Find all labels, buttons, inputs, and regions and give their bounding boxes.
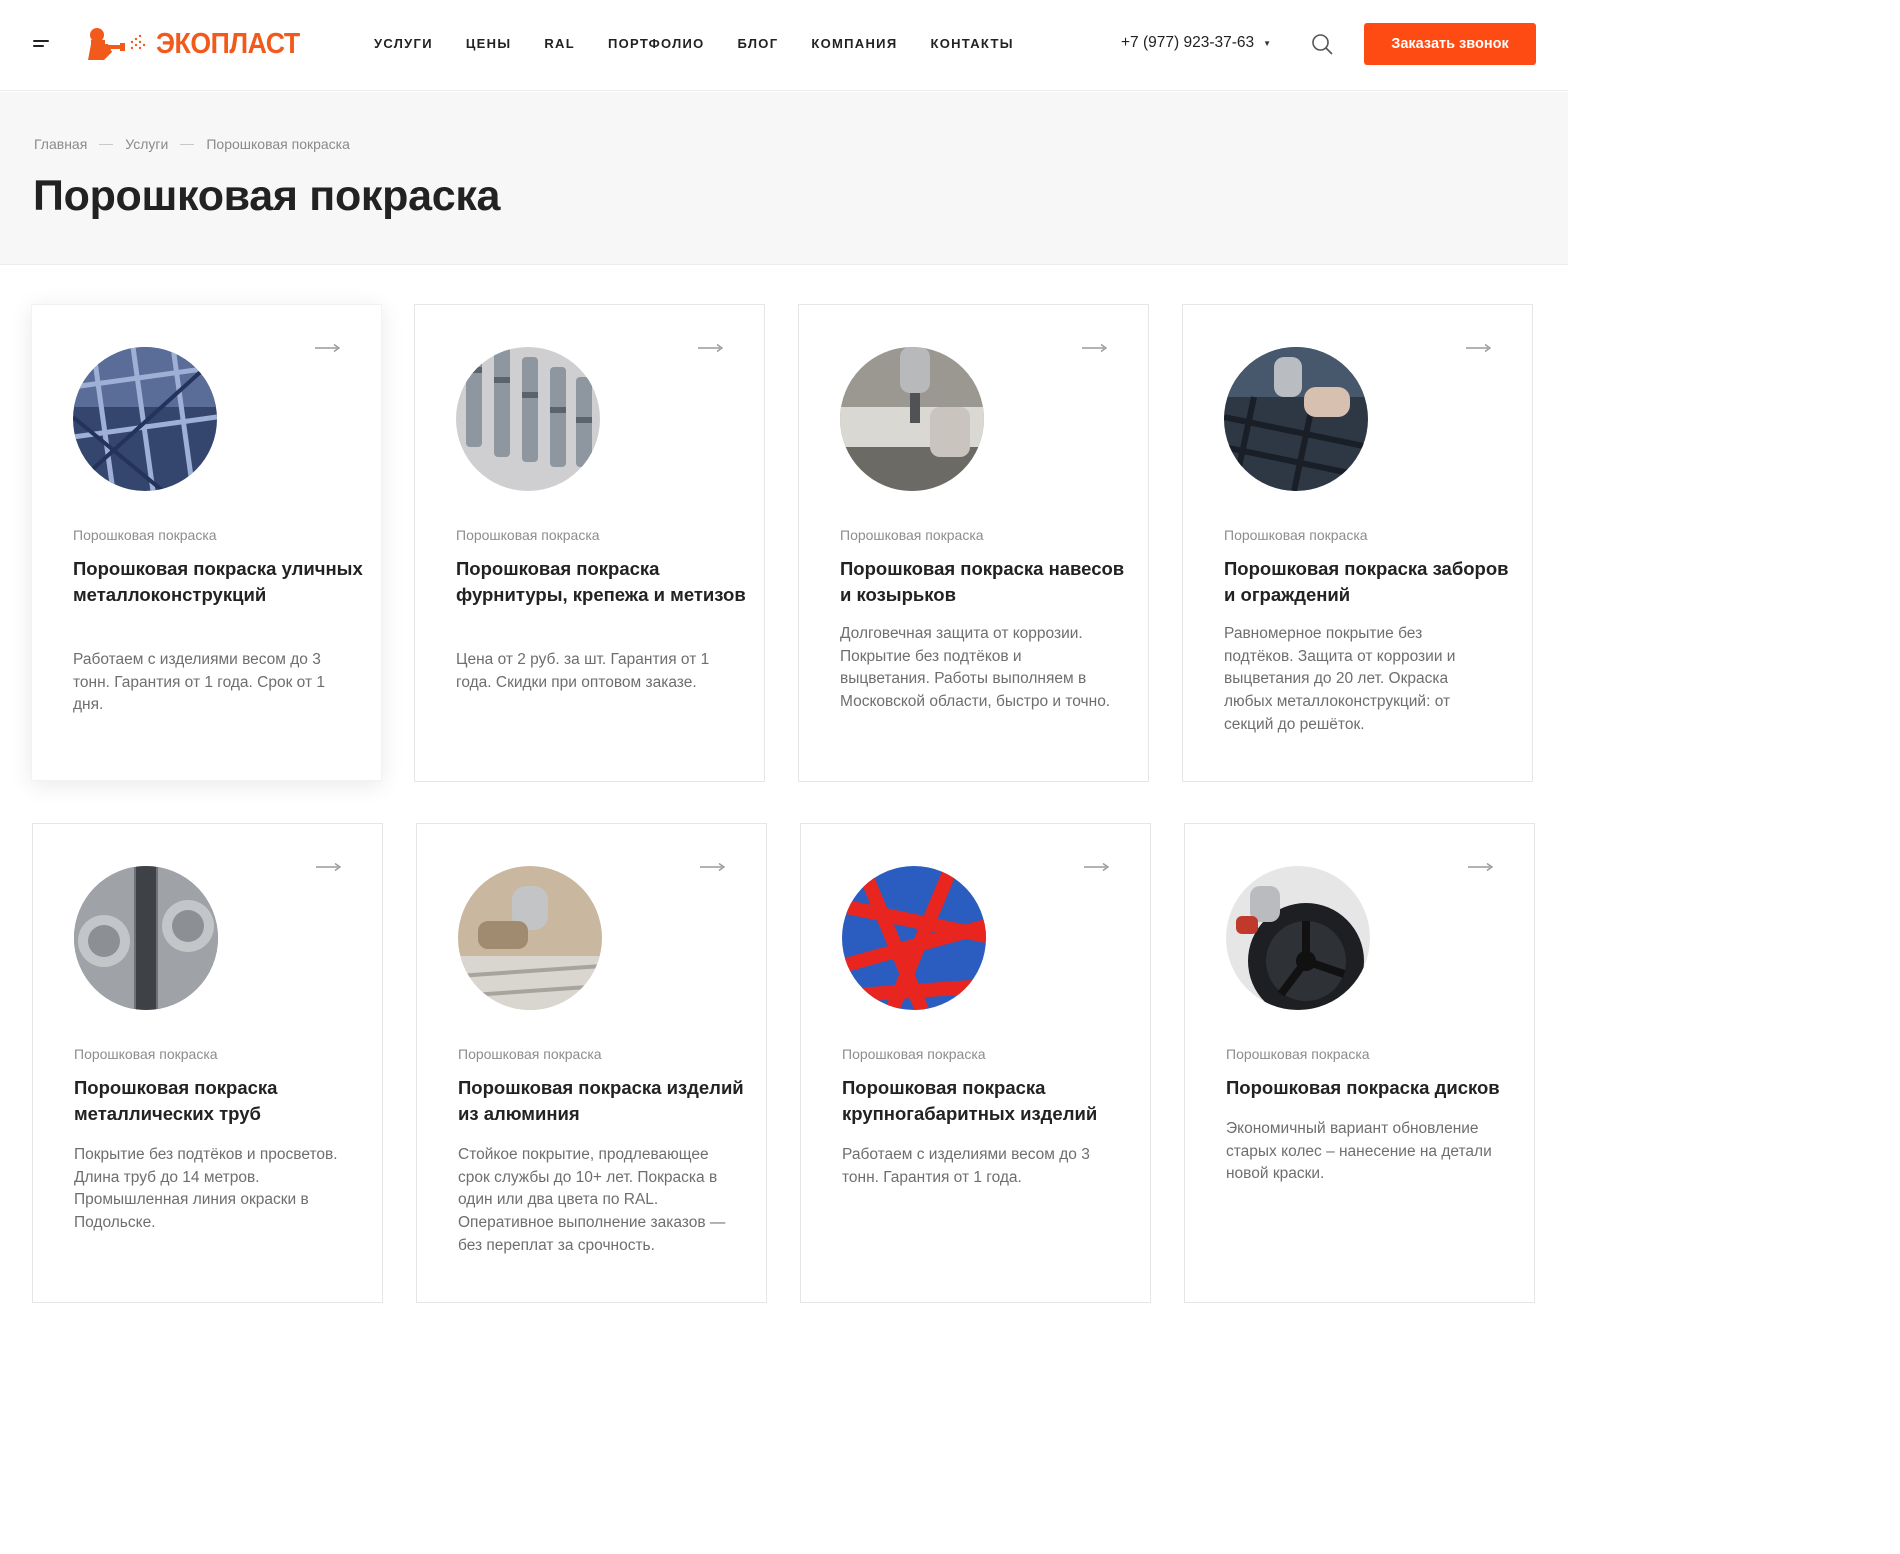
card-image xyxy=(840,347,984,491)
card-title[interactable]: Порошковая покраска крупногабаритных изд… xyxy=(842,1075,1132,1127)
card-title[interactable]: Порошковая покраска дисков xyxy=(1226,1075,1516,1101)
card-category: Порошковая покраска xyxy=(74,1046,218,1062)
card-description: Работаем с изделиями весом до 3 тонн. Га… xyxy=(842,1146,1090,1186)
logo-sprayer-icon xyxy=(88,28,146,60)
nav-item-company[interactable]: КОМПАНИЯ xyxy=(811,36,897,51)
card-image xyxy=(458,866,602,1010)
card-category: Порошковая покраска xyxy=(840,527,984,543)
card-category: Порошковая покраска xyxy=(73,527,217,543)
card-category: Порошковая покраска xyxy=(842,1046,986,1062)
card-image xyxy=(456,347,600,491)
card-title[interactable]: Порошковая покраска металлических труб xyxy=(74,1075,364,1127)
breadcrumb: Главная Услуги Порошковая покраска xyxy=(34,136,350,152)
card-description: Долговечная защита от коррозии. Покрытие… xyxy=(840,625,1111,711)
breadcrumb-current: Порошковая покраска xyxy=(206,136,350,152)
arrow-right-icon xyxy=(1082,343,1108,353)
nav-item-portfolio[interactable]: ПОРТФОЛИО xyxy=(608,36,705,51)
card-title[interactable]: Порошковая покраска уличных металлоконст… xyxy=(73,556,363,608)
service-card[interactable]: Порошковая покраска Порошковая покраска … xyxy=(416,823,767,1303)
logo[interactable]: ЭКОПЛАСТ xyxy=(82,24,312,64)
card-title[interactable]: Порошковая покраска фурнитуры, крепежа и… xyxy=(456,556,746,608)
arrow-right-icon xyxy=(315,343,341,353)
card-image xyxy=(73,347,217,491)
nav-item-contacts[interactable]: КОНТАКТЫ xyxy=(930,36,1013,51)
card-description: Работаем с изделиями весом до 3 тонн. Га… xyxy=(73,651,325,714)
nav-item-services[interactable]: УСЛУГИ xyxy=(374,36,433,51)
site-header: ЭКОПЛАСТ УСЛУГИ ЦЕНЫ RAL ПОРТФОЛИО БЛОГ … xyxy=(0,0,1568,91)
phone-number: +7 (977) 923-37-63 xyxy=(1121,34,1255,51)
order-call-button[interactable]: Заказать звонок xyxy=(1364,23,1536,65)
page-title: Порошковая покраска xyxy=(33,172,501,220)
card-description: Стойкое покрытие, продлевающее срок служ… xyxy=(458,1146,726,1254)
nav-item-blog[interactable]: БЛОГ xyxy=(738,36,779,51)
card-image xyxy=(1224,347,1368,491)
service-card[interactable]: Порошковая покраска Порошковая покраска … xyxy=(798,304,1149,782)
breadcrumb-separator xyxy=(99,143,114,145)
logo-text: ЭКОПЛАСТ xyxy=(156,27,300,60)
service-card[interactable]: Порошковая покраска Порошковая покраска … xyxy=(1184,823,1535,1303)
breadcrumb-separator xyxy=(180,143,195,145)
chevron-down-icon: ▼ xyxy=(1263,38,1272,48)
phone-dropdown[interactable]: +7 (977) 923-37-63 ▼ xyxy=(1121,34,1271,52)
card-image xyxy=(1226,866,1370,1010)
card-description: Цена от 2 руб. за шт. Гарантия от 1 года… xyxy=(456,651,710,691)
breadcrumb-services[interactable]: Услуги xyxy=(125,136,168,152)
menu-icon[interactable] xyxy=(33,38,51,50)
card-description: Экономичный вариант обновление старых ко… xyxy=(1226,1120,1492,1183)
card-image xyxy=(74,866,218,1010)
card-description: Покрытие без подтёков и просветов. Длина… xyxy=(74,1146,338,1232)
service-card[interactable]: Порошковая покраска Порошковая покраска … xyxy=(1182,304,1533,782)
arrow-right-icon xyxy=(698,343,724,353)
page-hero: Главная Услуги Порошковая покраска Порош… xyxy=(0,92,1568,265)
card-category: Порошковая покраска xyxy=(456,527,600,543)
arrow-right-icon xyxy=(1084,862,1110,872)
arrow-right-icon xyxy=(1466,343,1492,353)
arrow-right-icon xyxy=(700,862,726,872)
nav-item-prices[interactable]: ЦЕНЫ xyxy=(466,36,511,51)
card-title[interactable]: Порошковая покраска изделий из алюминия xyxy=(458,1075,748,1127)
card-title[interactable]: Порошковая покраска заборов и ограждений xyxy=(1224,556,1514,608)
service-card[interactable]: Порошковая покраска Порошковая покраска … xyxy=(32,823,383,1303)
card-category: Порошковая покраска xyxy=(1224,527,1368,543)
card-category: Порошковая покраска xyxy=(458,1046,602,1062)
service-card[interactable]: Порошковая покраска Порошковая покраска … xyxy=(414,304,765,782)
main-nav: УСЛУГИ ЦЕНЫ RAL ПОРТФОЛИО БЛОГ КОМПАНИЯ … xyxy=(374,36,1047,51)
card-category: Порошковая покраска xyxy=(1226,1046,1370,1062)
breadcrumb-home[interactable]: Главная xyxy=(34,136,87,152)
arrow-right-icon xyxy=(1468,862,1494,872)
card-title[interactable]: Порошковая покраска навесов и козырьков xyxy=(840,556,1130,608)
card-image xyxy=(842,866,986,1010)
arrow-right-icon xyxy=(316,862,342,872)
service-card[interactable]: Порошковая покраска Порошковая покраска … xyxy=(800,823,1151,1303)
service-card[interactable]: Порошковая покраска Порошковая покраска … xyxy=(31,304,382,781)
nav-item-ral[interactable]: RAL xyxy=(544,36,575,51)
card-description: Равномерное покрытие без подтёков. Защит… xyxy=(1224,625,1456,733)
search-icon[interactable] xyxy=(1311,33,1333,55)
